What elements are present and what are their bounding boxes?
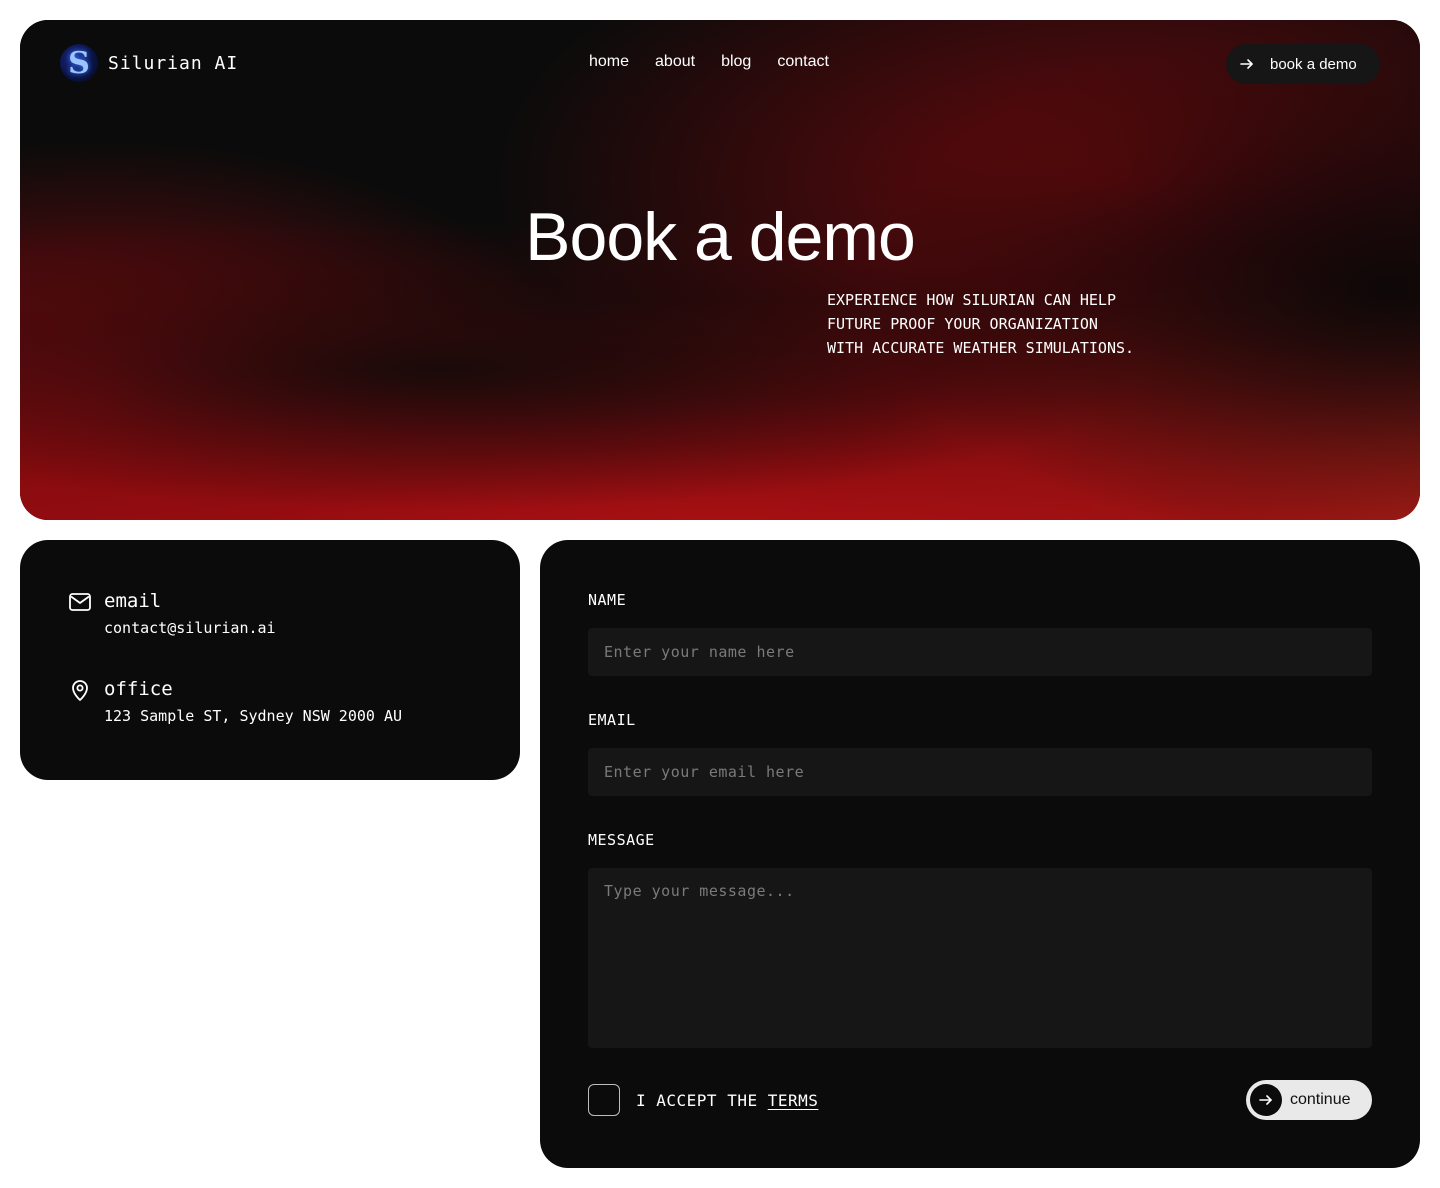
nav-item-blog[interactable]: blog [721,53,751,71]
logo-mark-icon: S [60,44,98,82]
terms-text: I ACCEPT THE TERMS [636,1091,818,1110]
terms-link[interactable]: TERMS [768,1091,819,1110]
continue-button[interactable]: continue [1246,1080,1372,1120]
contact-email-value[interactable]: contact@silurian.ai [104,616,472,640]
nav-item-about[interactable]: about [655,53,695,71]
name-input[interactable] [588,628,1372,676]
page-title: Book a demo [525,199,916,275]
mail-icon [68,590,92,614]
arrow-right-icon [1234,51,1260,77]
terms-prefix: I ACCEPT THE [636,1090,768,1110]
demo-request-form: NAME EMAIL MESSAGE I ACCEPT THE TERMS co… [540,540,1420,1168]
contact-info-card: email contact@silurian.ai office 123 Sam… [20,540,520,780]
brand-name: Silurian AI [108,52,239,74]
name-label: NAME [588,591,627,609]
contact-email-title: email [104,590,162,612]
email-input[interactable] [588,748,1372,796]
form-footer: I ACCEPT THE TERMS continue [588,1078,1372,1122]
arrow-right-icon [1250,1084,1282,1116]
contact-office: office 123 Sample ST, Sydney NSW 2000 AU [68,676,472,728]
contact-office-title: office [104,678,173,700]
contact-email: email contact@silurian.ai [68,588,472,640]
contact-office-value: 123 Sample ST, Sydney NSW 2000 AU [104,707,403,725]
map-pin-icon [68,678,92,702]
terms-checkbox[interactable] [588,1084,620,1116]
message-label: MESSAGE [588,831,655,849]
continue-label: continue [1290,1091,1351,1108]
hero-subtitle-line: EXPERIENCE HOW SILURIAN CAN HELP [827,291,1116,309]
message-textarea[interactable] [588,868,1372,1048]
nav-item-home[interactable]: home [589,53,629,71]
email-label: EMAIL [588,711,636,729]
nav-item-contact[interactable]: contact [777,53,829,71]
hero-subtitle-line: FUTURE PROOF YOUR ORGANIZATION [827,315,1098,333]
book-demo-button[interactable]: book a demo [1226,44,1380,84]
terms-acceptance: I ACCEPT THE TERMS [588,1084,818,1116]
hero-subtitle-line: WITH ACCURATE WEATHER SIMULATIONS. [827,339,1135,357]
hero-subtitle: EXPERIENCE HOW SILURIAN CAN HELP FUTURE … [827,288,1187,360]
brand-logo[interactable]: S Silurian AI [60,44,238,82]
hero-banner: S Silurian AI home about blog contact bo… [20,20,1420,520]
book-demo-label: book a demo [1270,55,1357,73]
main-nav: home about blog contact [589,53,829,71]
